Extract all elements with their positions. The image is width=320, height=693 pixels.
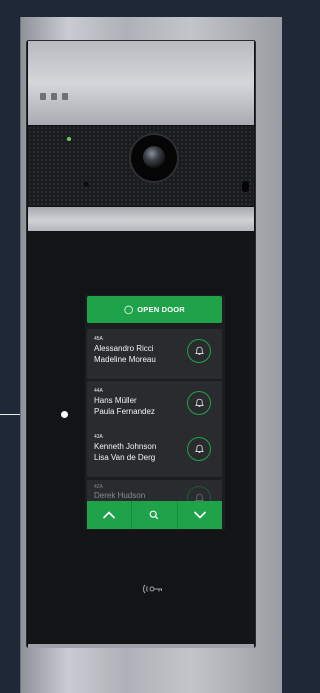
top-plate xyxy=(28,41,254,125)
call-button[interactable] xyxy=(187,437,211,461)
bulb-icon: ◯ xyxy=(124,305,134,314)
resident-entry[interactable]: 45A Alessandro Ricci Madeline Moreau xyxy=(87,329,222,379)
microphone-dot xyxy=(84,182,89,187)
resident-name: Alessandro Ricci xyxy=(94,344,154,353)
callout-dot xyxy=(61,411,68,418)
navigation-bar xyxy=(87,501,222,529)
resident-name: Hans Müller xyxy=(94,396,137,405)
bottom-trim xyxy=(28,644,254,648)
middle-plate xyxy=(28,207,254,231)
open-door-button[interactable]: ◯ OPEN DOOR xyxy=(87,296,222,323)
resident-name: Derek Hudson xyxy=(94,491,146,500)
chevron-up-icon xyxy=(103,511,116,519)
resident-name: Kenneth Johnson xyxy=(94,442,157,451)
apartment-number: 45A xyxy=(94,336,103,342)
search-icon xyxy=(150,510,159,520)
resident-name: Madeline Moreau xyxy=(94,355,156,364)
status-icons xyxy=(40,93,68,100)
call-button[interactable] xyxy=(187,339,211,363)
speaker-icon xyxy=(62,93,68,100)
light-sensor xyxy=(242,181,249,192)
scroll-down-button[interactable] xyxy=(178,501,222,529)
status-led xyxy=(67,137,71,141)
accessibility-icon xyxy=(40,93,46,100)
scroll-up-button[interactable] xyxy=(87,501,133,529)
open-door-label: OPEN DOOR xyxy=(137,305,185,314)
search-button[interactable] xyxy=(132,501,178,529)
bell-icon xyxy=(194,346,204,355)
apartment-number: 44A xyxy=(94,388,103,394)
door-icon xyxy=(51,93,57,100)
resident-name: Paula Fernandez xyxy=(94,407,155,416)
resident-entry[interactable]: 43A Kenneth Johnson Lisa Van de Derg xyxy=(87,427,222,477)
resident-entry[interactable]: 42A Derek Hudson xyxy=(87,480,222,503)
bell-icon xyxy=(194,398,204,407)
resident-name: Lisa Van de Derg xyxy=(94,453,156,462)
call-button[interactable] xyxy=(187,391,211,415)
apartment-number: 43A xyxy=(94,434,103,440)
camera-lens xyxy=(143,146,165,168)
nfc-key-icon[interactable] xyxy=(141,581,165,595)
resident-entry[interactable]: 44A Hans Müller Paula Fernandez xyxy=(87,381,222,431)
bell-icon xyxy=(194,444,204,453)
apartment-number: 42A xyxy=(94,484,103,490)
chevron-down-icon xyxy=(193,511,206,519)
